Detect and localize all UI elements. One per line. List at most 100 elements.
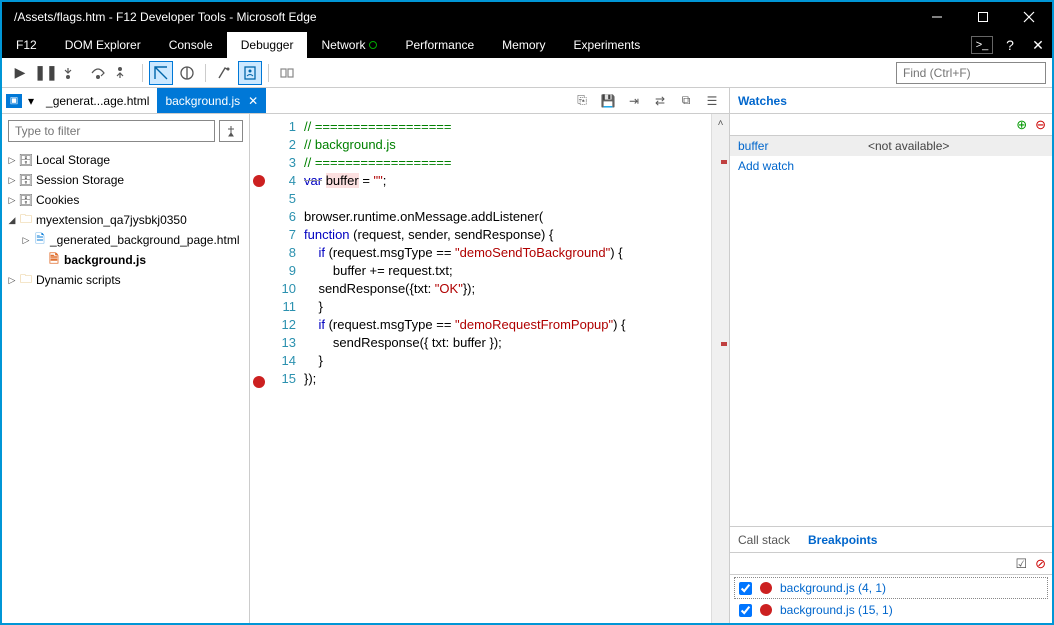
line-number: 7 (268, 226, 296, 244)
tab-callstack[interactable]: Call stack (738, 533, 790, 547)
code-line[interactable]: // ================== (304, 154, 711, 172)
save-button[interactable]: 💾 (597, 91, 619, 111)
code-line[interactable]: }); (304, 370, 711, 388)
tab-network[interactable]: Network (307, 32, 391, 58)
delete-watch-button[interactable]: ⊖ (1035, 117, 1046, 133)
record-icon (369, 41, 377, 49)
breakpoint-marker (721, 160, 727, 164)
toggle-all-breakpoints-button[interactable]: ☑ (1015, 556, 1027, 572)
wrap-button[interactable]: ⇥ (623, 91, 645, 111)
continue-button[interactable]: ▶ (8, 61, 32, 85)
watch-name: buffer (738, 139, 868, 153)
pretty-print-button[interactable]: ⎘ (571, 91, 593, 111)
code-line[interactable]: if (request.msgType == "demoSendToBackgr… (304, 244, 711, 262)
breakpoint-checkbox[interactable] (739, 582, 752, 595)
line-number: 1 (268, 118, 296, 136)
add-watch-button[interactable]: ⊕ (1016, 117, 1027, 133)
tab-memory[interactable]: Memory (488, 32, 559, 58)
code-line[interactable]: } (304, 352, 711, 370)
console-toggle-icon[interactable]: >_ (971, 36, 993, 54)
tree-label: Cookies (36, 193, 79, 207)
watch-row[interactable]: buffer <not available> (730, 136, 1052, 156)
storage-icon: 🗄 (18, 153, 34, 167)
maximize-button[interactable] (960, 2, 1006, 32)
breakpoint-gutter[interactable] (250, 114, 268, 623)
scroll-up-icon[interactable]: ˄ (712, 114, 729, 132)
just-my-code-button[interactable] (238, 61, 262, 85)
line-number-gutter: 123456789101112131415 (268, 114, 304, 623)
step-out-button[interactable] (112, 61, 136, 85)
right-panel: Watches ⊕ ⊖ buffer <not available> Add w… (730, 88, 1052, 623)
break-new-worker-button[interactable] (149, 61, 173, 85)
code-line[interactable]: sendResponse({ txt: buffer }); (304, 334, 711, 352)
disconnect-button[interactable] (275, 61, 299, 85)
tree-generated-page[interactable]: ▷🗎_generated_background_page.html (6, 230, 245, 250)
tree-local-storage[interactable]: ▷🗄Local Storage (6, 150, 245, 170)
minimize-button[interactable] (914, 2, 960, 32)
tab-debugger[interactable]: Debugger (227, 32, 308, 58)
help-icon[interactable]: ? (996, 37, 1024, 53)
pin-button[interactable] (219, 120, 243, 142)
watches-toolbar: ⊕ ⊖ (730, 114, 1052, 136)
code-line[interactable] (304, 190, 711, 208)
line-number: 15 (268, 370, 296, 388)
code-body[interactable]: // ==================// background.js// … (304, 114, 711, 623)
code-line[interactable]: var buffer = ""; (304, 172, 711, 190)
vertical-scrollbar[interactable]: ˄ (711, 114, 729, 623)
code-line[interactable]: // ================== (304, 118, 711, 136)
delete-all-breakpoints-button[interactable]: ⊘ (1035, 556, 1046, 572)
step-over-button[interactable] (86, 61, 110, 85)
line-number: 13 (268, 334, 296, 352)
breakpoints-list: background.js (4, 1) background.js (15, 1… (730, 575, 1052, 623)
breakpoints-toolbar: ☑ ⊘ (730, 553, 1052, 575)
tree-background-js[interactable]: 🗎background.js (6, 250, 245, 270)
breakpoint-dot[interactable] (253, 175, 265, 187)
callstack-breakpoints-panel: Call stack Breakpoints ☑ ⊘ background.js… (730, 526, 1052, 623)
tree-extension-folder[interactable]: ◢🗀myextension_qa7jysbkj0350 (6, 210, 245, 230)
code-line[interactable]: // background.js (304, 136, 711, 154)
filter-input[interactable] (8, 120, 215, 142)
code-line[interactable]: function (request, sender, sendResponse)… (304, 226, 711, 244)
code-line[interactable]: buffer += request.txt; (304, 262, 711, 280)
breakpoint-link[interactable]: background.js (15, 1) (780, 603, 893, 617)
breakpoint-row[interactable]: background.js (4, 1) (734, 577, 1048, 599)
close-devtools-icon[interactable]: ✕ (1024, 37, 1052, 54)
tab-dom-explorer[interactable]: DOM Explorer (51, 32, 155, 58)
edit-button[interactable]: ☰ (701, 91, 723, 111)
tree-dynamic-scripts[interactable]: ▷🗀Dynamic scripts (6, 270, 245, 290)
code-line[interactable]: browser.runtime.onMessage.addListener( (304, 208, 711, 226)
exception-behavior-button[interactable] (175, 61, 199, 85)
tab-experiments[interactable]: Experiments (560, 32, 655, 58)
code-line[interactable]: } (304, 298, 711, 316)
compare-button[interactable]: ⧉ (675, 91, 697, 111)
tab-performance[interactable]: Performance (391, 32, 488, 58)
code-line[interactable]: if (request.msgType == "demoRequestFromP… (304, 316, 711, 334)
tree-label: Dynamic scripts (36, 273, 121, 287)
step-into-button[interactable] (60, 61, 84, 85)
tree-session-storage[interactable]: ▷🗄Session Storage (6, 170, 245, 190)
line-number: 14 (268, 352, 296, 370)
file-tab-generated-page[interactable]: _generat...age.html (38, 88, 157, 113)
code-editor[interactable]: 123456789101112131415 // ===============… (250, 114, 729, 623)
watches-list: buffer <not available> Add watch (730, 136, 1052, 526)
tab-console[interactable]: Console (155, 32, 227, 58)
folder-dropdown-button[interactable]: ▣▾ (2, 88, 38, 113)
close-button[interactable] (1006, 2, 1052, 32)
tab-f12[interactable]: F12 (2, 32, 51, 58)
find-input[interactable] (896, 62, 1046, 84)
folder-icon: ▣ (6, 94, 22, 108)
dom-breakpoint-button[interactable] (212, 61, 236, 85)
breakpoint-row[interactable]: background.js (15, 1) (734, 599, 1048, 621)
code-line[interactable]: sendResponse({txt: "OK"}); (304, 280, 711, 298)
add-watch-row[interactable]: Add watch (730, 156, 1052, 176)
tree-label: myextension_qa7jysbkj0350 (36, 213, 187, 227)
title-bar: /Assets/flags.htm - F12 Developer Tools … (2, 2, 1052, 32)
sourcemap-button[interactable]: ⇄ (649, 91, 671, 111)
breakpoint-link[interactable]: background.js (4, 1) (780, 581, 886, 595)
pause-button[interactable]: ❚❚ (34, 61, 58, 85)
breakpoint-checkbox[interactable] (739, 604, 752, 617)
breakpoint-dot[interactable] (253, 376, 265, 388)
tree-cookies[interactable]: ▷🗄Cookies (6, 190, 245, 210)
line-number: 5 (268, 190, 296, 208)
tab-breakpoints[interactable]: Breakpoints (808, 533, 877, 547)
